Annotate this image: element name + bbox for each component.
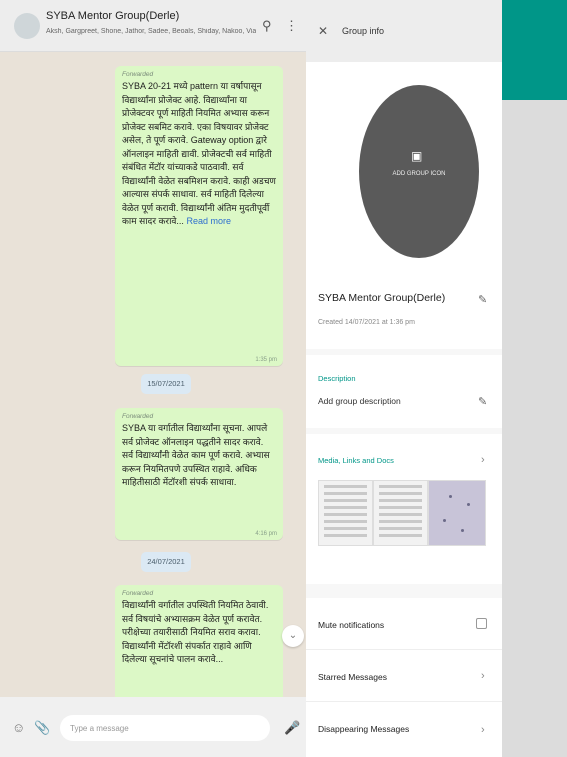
scroll-down-button[interactable]: ⌄ [282,625,304,647]
settings-card: Mute notifications Starred Messages › Di… [306,598,502,757]
mic-icon[interactable]: 🎤 [284,720,300,736]
info-title: Group info [342,26,385,36]
message-body: SYBA 20-21 मध्ये pattern या वर्षापासून व… [122,81,276,226]
message-bubble[interactable]: Forwarded SYBA या वर्गातील विद्यार्थ्यां… [115,408,283,540]
message-bubble[interactable]: Forwarded SYBA 20-21 मध्ये pattern या वर… [115,66,283,366]
group-name: SYBA Mentor Group(Derle) [318,292,446,304]
group-avatar[interactable] [14,13,40,39]
info-header: ✕ Group info [306,0,502,62]
media-thumbnail[interactable] [373,480,428,546]
message-text: विद्यार्थ्यांनी वर्गातील उपस्थिती नियमित… [122,600,269,664]
read-more-link[interactable]: Read more [186,216,231,226]
starred-messages-row[interactable]: Starred Messages › [306,650,502,702]
date-chip: 24/07/2021 [141,552,191,572]
description-text[interactable]: Add group description [318,396,401,406]
composer: ☺ 📎 🎤 [0,697,306,757]
emoji-icon[interactable]: ☺ [12,720,25,735]
kebab-menu-icon[interactable]: ⋮ [285,18,298,34]
profile-card: ▣ ADD GROUP ICON SYBA Mentor Group(Derle… [306,62,502,349]
description-label: Description [318,374,356,383]
accent-band [502,0,567,100]
disappearing-messages-label: Disappearing Messages [318,724,410,734]
mute-notifications-row[interactable]: Mute notifications [306,598,502,650]
message-text: SYBA या वर्गातील विद्यार्थ्यांना सूचना. … [122,423,270,487]
chevron-right-icon: › [481,724,485,736]
date-chip: 15/07/2021 [141,374,191,394]
description-card[interactable]: Description Add group description ✎ [306,355,502,428]
group-info-pane: ✕ Group info ▣ ADD GROUP ICON SYBA Mento… [306,0,502,757]
chat-participants: Aksh, Gargpreet, Shone, Jathor, Sadee, B… [46,28,256,35]
forwarded-label: Forwarded [122,71,154,78]
mute-notifications-label: Mute notifications [318,620,385,630]
mute-checkbox[interactable] [476,618,487,629]
chat-pane: SYBA Mentor Group(Derle) Aksh, Gargpreet… [0,0,306,757]
chat-title[interactable]: SYBA Mentor Group(Derle) [46,10,179,22]
media-card[interactable]: Media, Links and Docs › [306,434,502,584]
app-background [502,0,567,757]
message-time: 4:16 pm [255,531,277,537]
chat-header[interactable]: SYBA Mentor Group(Derle) Aksh, Gargpreet… [0,0,306,52]
disappearing-messages-row[interactable]: Disappearing Messages › [306,702,502,754]
chevron-right-icon[interactable]: › [481,454,485,466]
message-time: 1:35 pm [255,357,277,363]
media-label: Media, Links and Docs [318,456,394,465]
group-photo[interactable]: ▣ ADD GROUP ICON [359,85,479,258]
message-input[interactable] [60,715,270,741]
message-bubble[interactable]: Forwarded विद्यार्थ्यांनी वर्गातील उपस्थ… [115,585,283,697]
edit-name-icon[interactable]: ✎ [478,293,487,306]
camera-icon: ▣ [411,149,423,163]
starred-messages-label: Starred Messages [318,672,387,682]
forwarded-label: Forwarded [122,590,154,597]
chevron-right-icon: › [481,670,485,682]
message-text: SYBA 20-21 मध्ये pattern या वर्षापासून व… [122,80,276,229]
edit-description-icon[interactable]: ✎ [478,395,487,408]
search-icon[interactable]: ⚲ [262,18,272,34]
add-group-icon-label: ADD GROUP ICON [392,171,446,177]
group-created: Created 14/07/2021 at 1:36 pm [318,319,415,326]
media-thumbnail[interactable] [318,480,373,546]
media-thumbnail[interactable] [428,480,486,546]
forwarded-label: Forwarded [122,413,154,420]
close-icon[interactable]: ✕ [318,24,328,38]
message-list[interactable]: Forwarded SYBA 20-21 मध्ये pattern या वर… [0,52,306,697]
attach-icon[interactable]: 📎 [34,720,50,736]
